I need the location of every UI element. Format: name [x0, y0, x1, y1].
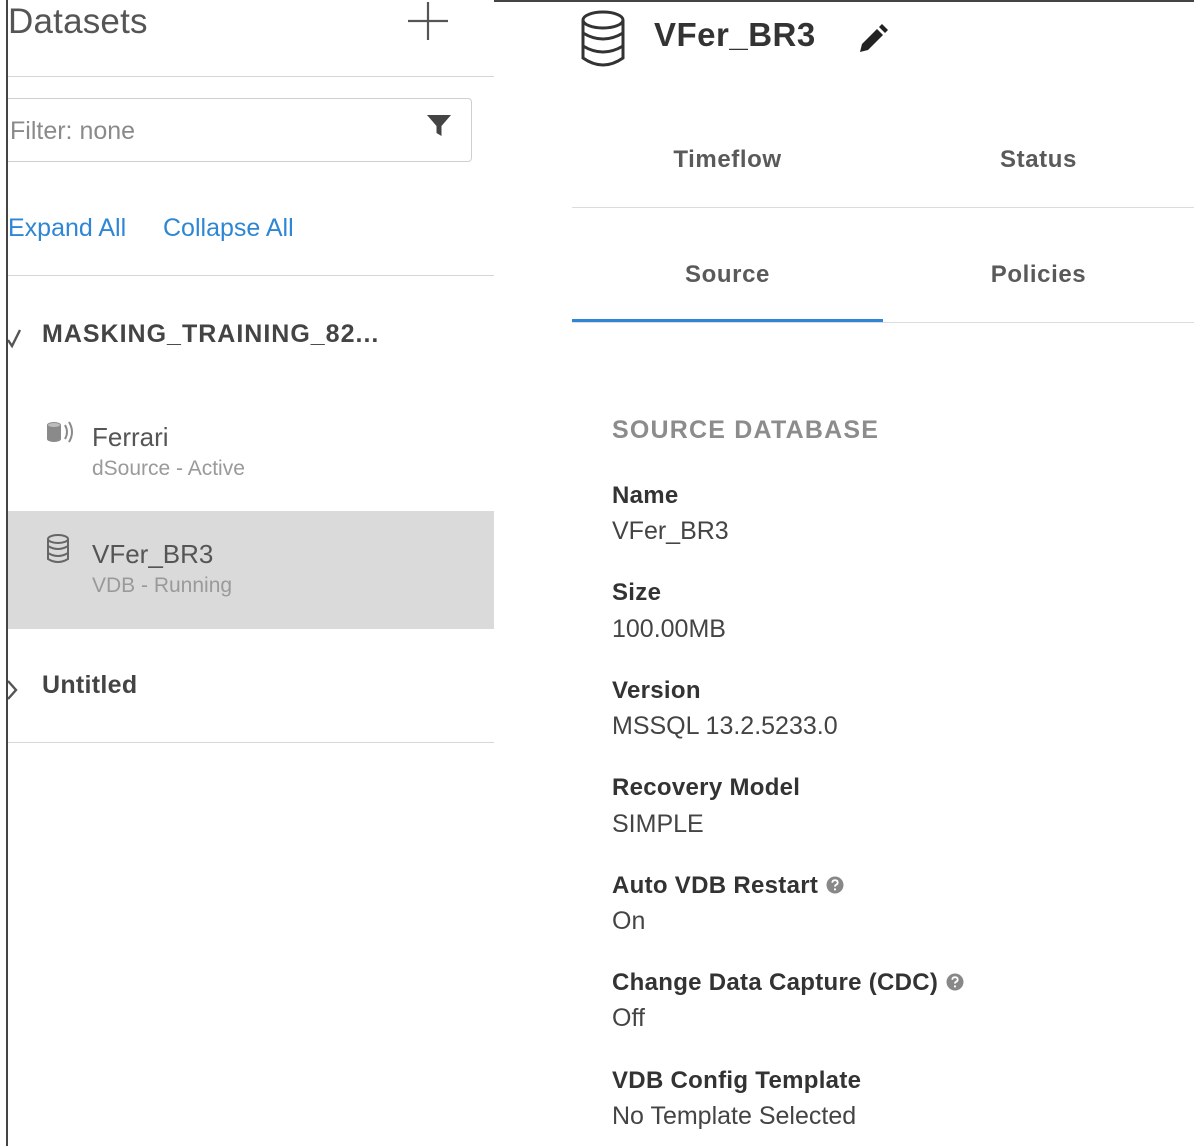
checkmark-chevron-icon — [8, 329, 22, 349]
field-value-version: MSSQL 13.2.5233.0 — [612, 712, 838, 740]
dataset-status: dSource - Active — [92, 457, 245, 480]
section-title: SOURCE DATABASE — [612, 416, 880, 444]
field-value-auto-vdb-restart: On — [612, 907, 646, 935]
field-label-vdb-config-template: VDB Config Template — [612, 1067, 862, 1094]
collapse-all-link[interactable]: Collapse All — [163, 214, 294, 243]
help-icon[interactable] — [826, 876, 844, 894]
field-value-cdc: Off — [612, 1004, 645, 1032]
field-label-version: Version — [612, 677, 701, 704]
dataset-name: Ferrari — [92, 422, 169, 452]
dsource-icon — [47, 421, 73, 443]
field-value-recovery-model: SIMPLE — [612, 810, 704, 838]
dataset-title: VFer_BR3 — [654, 16, 816, 53]
field-value-name: VFer_BR3 — [612, 517, 729, 545]
help-icon[interactable] — [946, 973, 964, 991]
sidebar-divider — [8, 275, 494, 276]
dataset-item-vfer-br3[interactable]: VFer_BR3 VDB - Running — [8, 511, 494, 629]
sidebar-title: Datasets — [8, 2, 148, 41]
field-value-vdb-config-template: No Template Selected — [612, 1102, 857, 1130]
field-label-size: Size — [612, 579, 662, 606]
chevron-right-icon — [8, 680, 18, 700]
datasets-sidebar: Datasets Expand All Collapse All MASKING… — [8, 0, 494, 1146]
field-label-recovery-model: Recovery Model — [612, 774, 801, 801]
filter-input[interactable] — [10, 111, 400, 151]
tab-timeflow[interactable]: Timeflow — [572, 146, 883, 174]
group-label: Untitled — [42, 671, 138, 699]
field-label-auto-vdb-restart: Auto VDB Restart — [612, 872, 844, 900]
dataset-detail-panel: VFer_BR3 Timeflow Status Source Policies… — [494, 2, 1194, 1146]
active-tab-indicator — [572, 319, 883, 322]
database-icon — [47, 534, 69, 563]
pencil-icon[interactable] — [856, 24, 888, 56]
sidebar-divider — [8, 742, 494, 743]
field-label-text: Auto VDB Restart — [612, 872, 819, 899]
expand-all-link[interactable]: Expand All — [8, 214, 126, 243]
dataset-item-ferrari[interactable]: Ferrari dSource - Active — [8, 394, 494, 512]
dataset-name: VFer_BR3 — [92, 539, 214, 569]
tab-policies[interactable]: Policies — [883, 261, 1194, 289]
field-label-name: Name — [612, 482, 679, 509]
field-label-cdc: Change Data Capture (CDC) — [612, 969, 964, 997]
database-icon — [581, 10, 625, 67]
group-masking-training[interactable]: MASKING_TRAINING_82... — [8, 320, 494, 360]
add-dataset-button[interactable] — [400, 0, 456, 46]
tab-source[interactable]: Source — [572, 261, 883, 289]
tab-divider — [572, 322, 1194, 323]
sidebar-divider — [8, 76, 494, 77]
tab-status[interactable]: Status — [883, 146, 1194, 174]
field-value-size: 100.00MB — [612, 615, 726, 643]
group-label: MASKING_TRAINING_82... — [42, 320, 380, 348]
tab-divider — [572, 207, 1194, 208]
plus-icon — [408, 2, 448, 40]
dataset-status: VDB - Running — [92, 574, 233, 597]
field-label-text: Change Data Capture (CDC) — [612, 969, 939, 996]
group-untitled[interactable]: Untitled — [8, 671, 494, 711]
filter-box — [8, 98, 472, 162]
funnel-icon[interactable] — [426, 113, 452, 139]
